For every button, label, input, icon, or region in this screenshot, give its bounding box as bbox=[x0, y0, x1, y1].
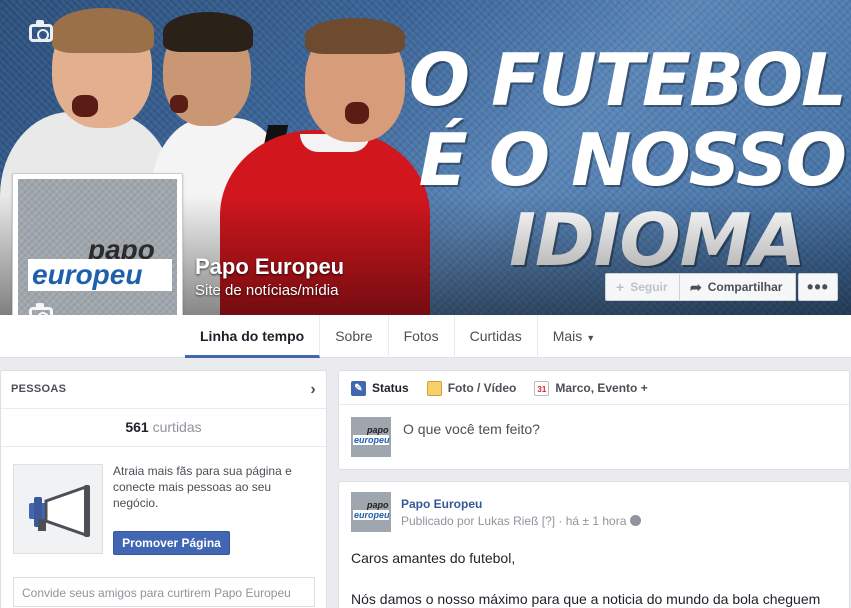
post-text-line-2: Nós damos o nosso máximo para que a noti… bbox=[351, 591, 821, 607]
page-category: Site de notícias/mídia bbox=[195, 282, 339, 299]
post-meta: Publicado por Lukas Rieß [?] · há ± 1 ho… bbox=[401, 514, 642, 528]
cover-headline-line-2: É O NOSSO bbox=[418, 118, 847, 202]
post-meta-text: Publicado por Lukas Rieß [?] · há ± 1 ho… bbox=[401, 514, 627, 528]
post-avatar-logo-papo: papo bbox=[367, 500, 389, 510]
people-card: PESSOAS › 561 curtidas Atraia mais fãs p… bbox=[0, 370, 327, 608]
share-arrow-icon: ➦ bbox=[690, 278, 702, 295]
megaphone-icon bbox=[29, 484, 90, 538]
avatar-logo-papo: papo bbox=[367, 425, 389, 435]
post-avatar[interactable]: papo europeu bbox=[351, 492, 391, 532]
composer-tab-status[interactable]: ✎ Status bbox=[351, 371, 409, 405]
composer-tab-photo-label: Foto / Vídeo bbox=[447, 380, 517, 395]
post-avatar-logo-europeu: europeu bbox=[353, 510, 390, 520]
likes-label: curtidas bbox=[152, 419, 202, 435]
share-label: Compartilhar bbox=[707, 280, 783, 294]
composer-tab-status-label: Status bbox=[372, 380, 409, 395]
invite-friends-input[interactable]: Convide seus amigos para curtirem Papo E… bbox=[13, 577, 315, 607]
player-middle-mouth bbox=[170, 95, 188, 113]
likes-number: 561 bbox=[125, 419, 149, 435]
player-left-mouth bbox=[72, 95, 98, 117]
likes-count: 561 curtidas bbox=[1, 409, 326, 447]
tab-more-label: Mais bbox=[552, 328, 583, 344]
follow-label: Seguir bbox=[630, 280, 668, 294]
player-middle-hair bbox=[163, 12, 253, 52]
avatar-logo-europeu: europeu bbox=[353, 435, 390, 445]
promote-page-button[interactable]: Promover Página bbox=[113, 531, 230, 555]
follow-button[interactable]: + Seguir bbox=[605, 273, 680, 301]
composer-avatar: papo europeu bbox=[351, 417, 391, 457]
calendar-icon: 31 bbox=[534, 380, 550, 396]
promo-text: Atraia mais fãs para sua página e conect… bbox=[113, 464, 292, 510]
megaphone-image bbox=[13, 464, 103, 554]
chevron-right-icon[interactable]: › bbox=[310, 381, 316, 399]
player-left-hair bbox=[52, 8, 154, 53]
page-nav-bar: Linha do tempo Sobre Fotos Curtidas Mais… bbox=[0, 315, 851, 358]
page-name[interactable]: Papo Europeu bbox=[195, 254, 344, 280]
composer-tab-photo-video[interactable]: Foto / Vídeo bbox=[426, 371, 517, 405]
post-text-line-1: Caros amantes do futebol, bbox=[351, 550, 516, 566]
status-input[interactable]: O que você tem feito? bbox=[403, 421, 540, 437]
tab-more[interactable]: Mais ▼ bbox=[538, 315, 610, 358]
photo-icon bbox=[426, 380, 442, 396]
plus-icon: + bbox=[616, 279, 625, 295]
people-heading: PESSOAS bbox=[11, 383, 67, 395]
cover-headline-line-1: O FUTEBOL bbox=[408, 38, 847, 122]
caret-down-icon: ▼ bbox=[586, 333, 596, 343]
timeline-post: papo europeu Papo Europeu Publicado por … bbox=[338, 481, 850, 608]
player-right-mouth bbox=[345, 102, 369, 124]
more-options-button[interactable]: ••• bbox=[798, 273, 838, 301]
cover-headline-line-3: IDIOMA bbox=[509, 198, 806, 282]
post-composer: ✎ Status Foto / Vídeo 31 Marco, Evento +… bbox=[338, 370, 850, 470]
globe-icon[interactable] bbox=[630, 515, 642, 526]
people-header[interactable]: PESSOAS › bbox=[1, 371, 326, 409]
composer-tab-milestone-label: Marco, Evento + bbox=[555, 380, 648, 395]
tab-timeline[interactable]: Linha do tempo bbox=[185, 315, 321, 358]
tab-likes[interactable]: Curtidas bbox=[455, 315, 538, 358]
post-author[interactable]: Papo Europeu bbox=[401, 497, 482, 511]
cover-camera-icon[interactable] bbox=[29, 20, 53, 42]
cover-action-buttons: + Seguir ➦ Compartilhar ••• bbox=[605, 273, 838, 301]
share-button[interactable]: ➦ Compartilhar bbox=[680, 273, 796, 301]
tab-photos[interactable]: Fotos bbox=[389, 315, 455, 358]
pencil-icon: ✎ bbox=[351, 380, 366, 396]
tab-about[interactable]: Sobre bbox=[320, 315, 389, 358]
cover-headline: O FUTEBOL É O NOSSO IDIOMA bbox=[385, 38, 847, 282]
logo-text-europeu: europeu bbox=[28, 259, 172, 291]
composer-tab-milestone-event[interactable]: 31 Marco, Evento + bbox=[534, 371, 648, 405]
